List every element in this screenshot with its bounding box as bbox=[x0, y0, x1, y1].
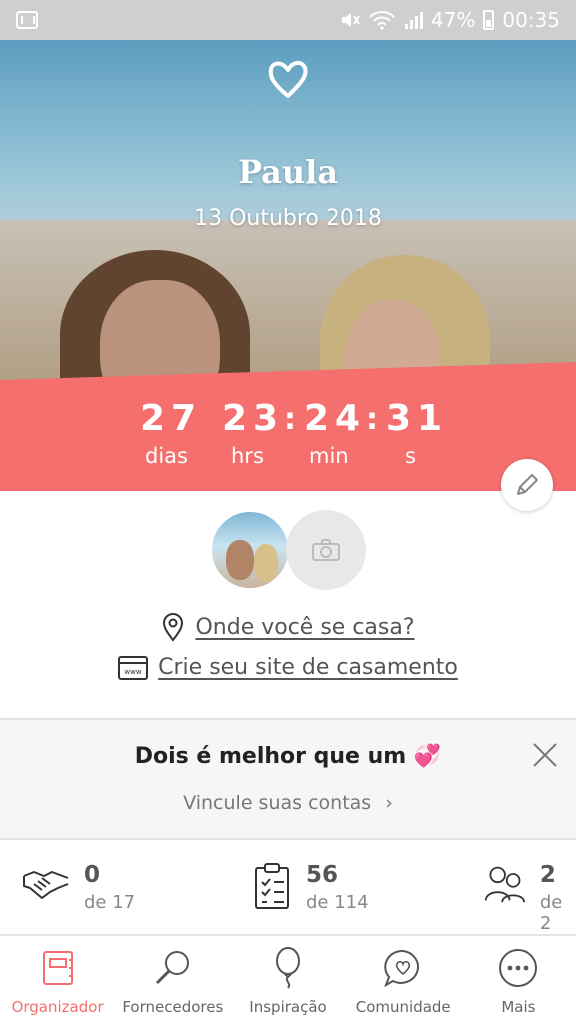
cover-photo[interactable]: Paula 13 Outubro 2018 bbox=[0, 40, 576, 380]
battery-icon bbox=[483, 10, 495, 30]
status-bar: 47% 00:35 bbox=[0, 0, 576, 40]
checklist-icon bbox=[255, 863, 289, 909]
stat-guests-value: 2 bbox=[539, 862, 556, 888]
gallery-notification-icon bbox=[16, 11, 38, 29]
website-link-label[interactable]: Crie seu site de casamento bbox=[158, 655, 458, 680]
chat-heart-icon bbox=[381, 946, 425, 990]
camera-icon bbox=[312, 539, 340, 561]
divider bbox=[0, 838, 576, 840]
heart-logo-icon bbox=[268, 61, 308, 98]
nav-inspiracao[interactable]: Inspiração bbox=[230, 936, 345, 1024]
signal-icon bbox=[404, 12, 423, 29]
chevron-right-icon: › bbox=[385, 792, 393, 814]
guests-icon bbox=[484, 866, 525, 903]
stat-vendors-value: 0 bbox=[84, 862, 101, 888]
stat-tasks-total: de 114 bbox=[306, 892, 369, 913]
stat-guests[interactable]: 2 de 2 bbox=[484, 862, 576, 934]
notebook-icon bbox=[36, 946, 80, 990]
avatar[interactable] bbox=[210, 510, 290, 590]
nav-fornecedores[interactable]: Fornecedores bbox=[115, 936, 230, 1024]
location-link-label[interactable]: Onde você se casa? bbox=[195, 615, 414, 640]
nav-mais[interactable]: Mais bbox=[461, 936, 576, 1024]
pencil-icon bbox=[517, 474, 538, 495]
bottom-navigation: Organizador Fornecedores Inspiração Comu… bbox=[0, 934, 576, 1024]
promo-title: Dois é melhor que um 💞 bbox=[134, 744, 442, 769]
countdown-hours-label: hrs bbox=[231, 444, 264, 468]
stat-tasks[interactable]: 56 de 114 bbox=[252, 862, 369, 913]
couple-name: Paula bbox=[237, 153, 339, 191]
location-pin-icon bbox=[163, 613, 184, 642]
svg-text:www: www bbox=[125, 668, 142, 676]
wedding-date: 13 Outubro 2018 bbox=[194, 206, 382, 231]
wifi-icon bbox=[369, 11, 395, 30]
countdown-hours: 23 bbox=[222, 398, 285, 439]
countdown-days: 27 bbox=[140, 398, 203, 439]
link-accounts-link[interactable]: Vincule suas contas › bbox=[0, 792, 576, 814]
countdown-separator: : bbox=[366, 402, 378, 437]
website-icon: www bbox=[118, 655, 149, 680]
countdown-seconds-label: s bbox=[405, 444, 416, 468]
battery-percent: 47% bbox=[430, 8, 476, 32]
link-accounts-card: Dois é melhor que um 💞 Vincule suas cont… bbox=[0, 720, 576, 838]
stat-guests-total: de 2 bbox=[539, 892, 563, 934]
stat-tasks-value: 56 bbox=[306, 862, 339, 888]
website-link[interactable]: www Crie seu site de casamento bbox=[0, 655, 576, 680]
countdown-seconds: 31 bbox=[386, 398, 449, 439]
search-icon bbox=[151, 946, 195, 990]
couple-photos bbox=[0, 510, 576, 590]
countdown-days-label: dias bbox=[145, 444, 188, 468]
countdown-banner: 27 dias 23 hrs : 24 min : 31 s bbox=[0, 362, 576, 491]
close-icon[interactable] bbox=[530, 740, 560, 770]
handshake-icon bbox=[23, 871, 69, 899]
nav-organizador[interactable]: Organizador bbox=[0, 936, 115, 1024]
more-icon bbox=[496, 946, 540, 990]
countdown-separator: : bbox=[284, 402, 296, 437]
clock: 00:35 bbox=[502, 8, 560, 32]
location-link[interactable]: Onde você se casa? bbox=[0, 612, 576, 642]
nav-comunidade[interactable]: Comunidade bbox=[346, 936, 461, 1024]
nav-label: Comunidade bbox=[355, 998, 451, 1016]
balloon-icon bbox=[266, 946, 310, 990]
nav-label: Mais bbox=[501, 998, 536, 1016]
mute-icon bbox=[341, 13, 360, 27]
nav-label: Organizador bbox=[11, 998, 104, 1016]
nav-label: Fornecedores bbox=[122, 998, 224, 1016]
stat-vendors[interactable]: 0 de 17 bbox=[22, 862, 135, 913]
add-photo-button[interactable] bbox=[286, 510, 366, 590]
countdown-minutes-label: min bbox=[309, 444, 349, 468]
link-accounts-label[interactable]: Vincule suas contas bbox=[183, 792, 371, 814]
edit-button[interactable] bbox=[501, 459, 553, 511]
stat-vendors-total: de 17 bbox=[84, 892, 136, 913]
nav-label: Inspiração bbox=[249, 998, 327, 1016]
countdown-minutes: 24 bbox=[304, 398, 367, 439]
stats-row: 0 de 17 56 de 114 2 de 2 bbox=[0, 850, 576, 934]
